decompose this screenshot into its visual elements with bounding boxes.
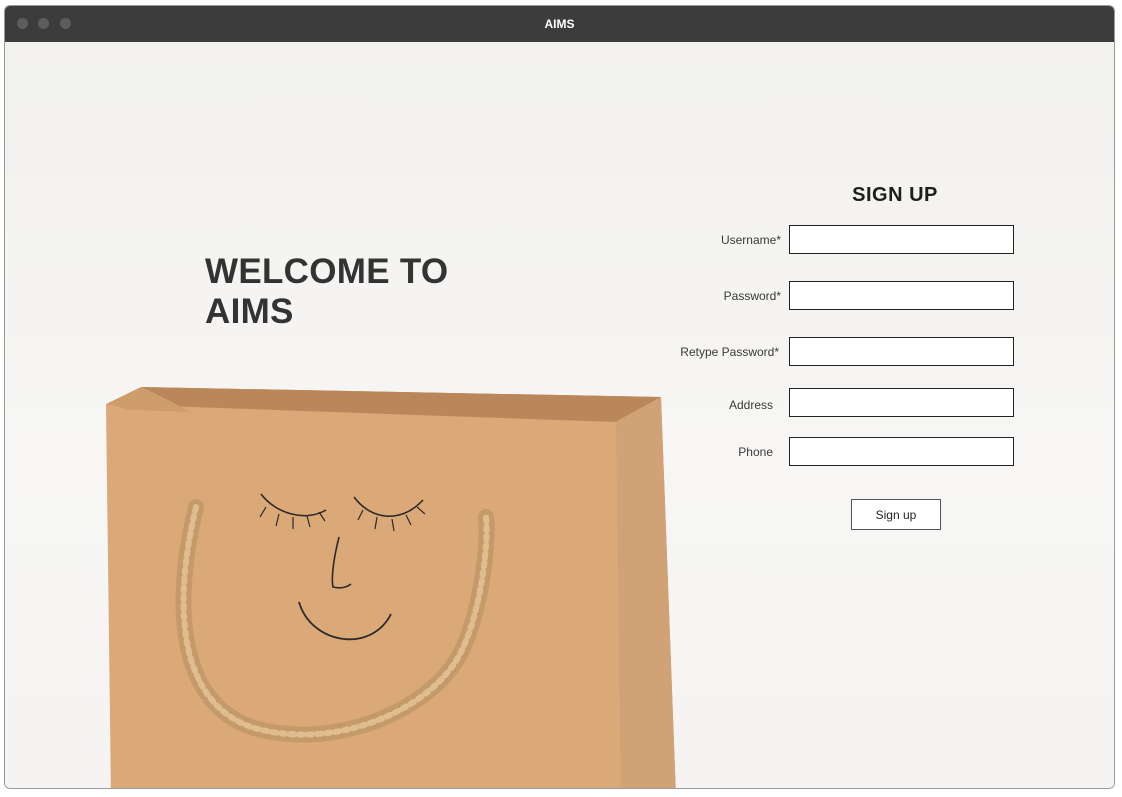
retype-password-label: Retype Password*	[680, 345, 779, 359]
password-label: Password*	[723, 289, 781, 303]
signup-title: SIGN UP	[852, 184, 938, 206]
shopping-bag-image	[106, 387, 676, 788]
welcome-heading: WELCOME TO AIMS	[205, 252, 449, 331]
signup-button[interactable]: Sign up	[851, 499, 941, 530]
password-field[interactable]	[789, 281, 1014, 310]
username-field[interactable]	[789, 225, 1014, 254]
title-bar: AIMS	[5, 6, 1114, 42]
phone-field[interactable]	[789, 437, 1014, 466]
main-content: WELCOME TO AIMS SIGN UP Username* Passwo…	[5, 42, 1114, 788]
address-label: Address	[728, 398, 773, 412]
username-label: Username*	[720, 233, 781, 247]
window-title: AIMS	[544, 17, 575, 31]
retype-password-field[interactable]	[789, 337, 1014, 366]
app-window: AIMS WELCOME TO AIMS SIGN UP Username* P…	[4, 5, 1115, 789]
address-field[interactable]	[789, 388, 1014, 417]
phone-label: Phone	[738, 445, 773, 459]
